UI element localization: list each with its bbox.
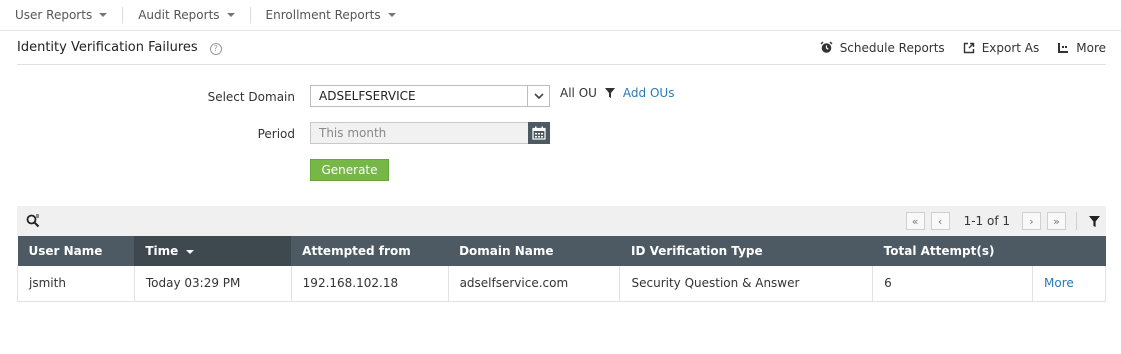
cell-id-verification-type: Security Question & Answer — [619, 266, 874, 302]
col-header-time-label: Time — [145, 244, 179, 258]
col-header-domain-name[interactable]: Domain Name — [448, 236, 620, 266]
all-ou-label: All OU — [560, 86, 597, 100]
nav-audit-reports[interactable]: Audit Reports — [138, 8, 235, 22]
nav-user-reports-label: User Reports — [15, 8, 93, 22]
title-actions: Schedule Reports Export As More — [802, 41, 1106, 55]
schedule-reports-label: Schedule Reports — [839, 40, 945, 55]
page-info: 1-1 of 1 — [963, 214, 1010, 228]
chevron-down-icon — [226, 13, 235, 17]
filter-icon[interactable] — [604, 88, 615, 98]
domain-select-value: ADSELFSERVICE — [319, 89, 416, 103]
select-domain-label: Select Domain — [207, 90, 295, 104]
more-label: More — [1076, 40, 1106, 55]
nav-enrollment-reports-label: Enrollment Reports — [265, 8, 381, 22]
export-icon — [963, 42, 974, 53]
row-more-link[interactable]: More — [1032, 266, 1106, 302]
table-row: jsmith Today 03:29 PM 192.168.102.18 ads… — [17, 266, 1106, 302]
col-header-user-name[interactable]: User Name — [17, 236, 135, 266]
top-nav: User Reports Audit Reports Enrollment Re… — [0, 0, 1121, 31]
help-icon[interactable]: ? — [209, 42, 222, 55]
nav-audit-reports-label: Audit Reports — [138, 8, 220, 22]
search-icon[interactable] — [26, 214, 40, 228]
schedule-reports-button[interactable]: Schedule Reports — [820, 41, 945, 55]
pager-divider — [1076, 212, 1077, 230]
chevron-down-icon — [99, 13, 108, 17]
more-list-icon — [1058, 42, 1069, 53]
last-page-icon[interactable]: » — [1047, 212, 1066, 230]
cell-time: Today 03:29 PM — [134, 266, 292, 302]
col-header-id-verification-type[interactable]: ID Verification Type — [619, 236, 873, 266]
nav-divider — [122, 7, 124, 23]
page-title: Identity Verification Failures — [17, 40, 198, 55]
cell-attempted-from: 192.168.102.18 — [291, 266, 449, 302]
sort-desc-icon — [186, 249, 195, 254]
add-ous-link[interactable]: Add OUs — [623, 86, 675, 100]
chevron-down-icon[interactable] — [527, 86, 549, 106]
ou-selector: All OU Add OUs — [560, 86, 674, 100]
col-header-attempted-from[interactable]: Attempted from — [291, 236, 449, 266]
nav-user-reports[interactable]: User Reports — [15, 8, 108, 22]
cell-total-attempts: 6 — [872, 266, 1034, 302]
col-header-actions — [1032, 236, 1106, 266]
prev-page-icon[interactable]: ‹ — [930, 212, 950, 230]
cell-user-name: jsmith — [17, 266, 135, 302]
period-label: Period — [257, 127, 295, 141]
column-filter-icon[interactable] — [1089, 215, 1100, 227]
generate-button[interactable]: Generate — [310, 159, 389, 181]
col-header-time[interactable]: Time — [134, 236, 292, 266]
more-button[interactable]: More — [1057, 41, 1106, 55]
export-as-label: Export As — [981, 40, 1040, 55]
nav-enrollment-reports[interactable]: Enrollment Reports — [266, 8, 396, 22]
next-page-icon[interactable]: › — [1022, 212, 1041, 230]
nav-divider — [249, 7, 251, 23]
first-page-icon[interactable]: « — [905, 212, 925, 230]
col-header-total-attempts[interactable]: Total Attempt(s) — [872, 236, 1033, 266]
calendar-icon[interactable] — [528, 122, 550, 144]
period-input-value: This month — [319, 126, 387, 140]
domain-select[interactable]: ADSELFSERVICE — [310, 85, 550, 107]
chevron-down-icon — [387, 13, 396, 17]
grid-toolbar: « ‹ 1-1 of 1 › » — [17, 206, 1106, 236]
report-table: User Name Time Attempted from Domain Nam… — [17, 236, 1106, 302]
period-input[interactable]: This month — [310, 122, 550, 144]
pagination: « ‹ 1-1 of 1 › » — [905, 212, 1100, 230]
alarm-clock-icon — [820, 41, 833, 53]
table-header-row: User Name Time Attempted from Domain Nam… — [17, 236, 1106, 266]
title-bar: Identity Verification Failures ? Schedul… — [17, 31, 1106, 65]
cell-domain-name: adselfservice.com — [448, 266, 621, 302]
export-as-button[interactable]: Export As — [963, 40, 1040, 55]
